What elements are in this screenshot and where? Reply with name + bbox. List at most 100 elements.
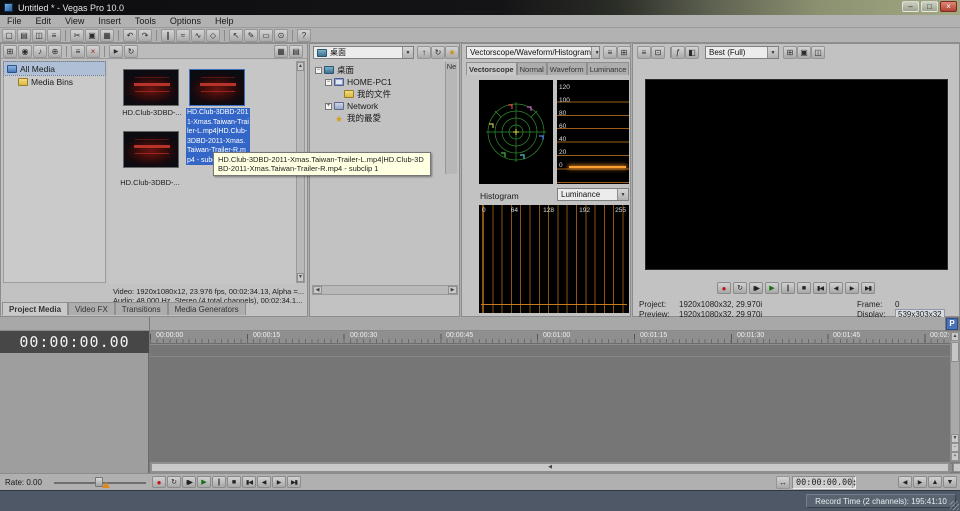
bin-all-media[interactable]: All Media xyxy=(4,62,105,75)
zoom-out-track-icon[interactable]: − xyxy=(951,443,959,452)
overlays-icon[interactable] xyxy=(783,46,797,59)
expander-icon[interactable] xyxy=(325,103,332,110)
marker-bar[interactable] xyxy=(150,317,945,331)
scroll-up-icon[interactable]: ▲ xyxy=(951,332,959,341)
project-properties-icon[interactable] xyxy=(47,29,61,42)
tab-waveform[interactable]: Waveform xyxy=(547,62,587,75)
go-to-start-icon[interactable] xyxy=(813,282,827,294)
tab-transitions[interactable]: Transitions xyxy=(115,302,168,315)
clip-thumbnail[interactable] xyxy=(123,69,179,106)
chevron-down-icon[interactable] xyxy=(617,189,628,200)
auto-hide-pin-button[interactable]: P xyxy=(946,318,958,330)
cursor-position-icon[interactable] xyxy=(776,476,790,489)
tab-video-fx[interactable]: Video FX xyxy=(68,302,115,315)
tree-item-home-pc1[interactable]: HOME-PC1 xyxy=(312,76,448,88)
import-media-icon[interactable] xyxy=(3,45,17,58)
scope-settings-icon[interactable] xyxy=(603,46,617,59)
remove-media-icon[interactable] xyxy=(86,45,100,58)
scope-type-dropdown[interactable]: Vectorscope/Waveform/Histogram xyxy=(466,46,600,59)
external-monitor-icon[interactable] xyxy=(651,46,665,59)
save-snapshot-icon[interactable] xyxy=(811,46,825,59)
auto-ripple-icon[interactable] xyxy=(176,29,190,42)
close-button[interactable]: × xyxy=(940,1,957,12)
histogram-mode-dropdown[interactable]: Luminance xyxy=(557,188,629,201)
tab-media-generators[interactable]: Media Generators xyxy=(168,302,246,315)
previous-frame-icon[interactable] xyxy=(829,282,843,294)
play-icon[interactable] xyxy=(765,282,779,294)
hscroll-thumb[interactable] xyxy=(950,464,952,472)
tree-item-network[interactable]: Network xyxy=(312,100,448,112)
scroll-left-icon[interactable]: ◀ xyxy=(151,463,949,472)
lock-envelopes-icon[interactable] xyxy=(191,29,205,42)
loop-playback-icon[interactable] xyxy=(167,476,181,488)
menu-insert[interactable]: Insert xyxy=(91,15,128,27)
add-to-favorites-icon[interactable] xyxy=(445,46,459,59)
zoom-in-track-icon[interactable]: + xyxy=(951,452,959,461)
ignore-event-grouping-icon[interactable] xyxy=(206,29,220,42)
refresh-media-icon[interactable] xyxy=(124,45,138,58)
extract-audio-icon[interactable] xyxy=(33,45,47,58)
scroll-right-icon[interactable]: ▶ xyxy=(953,463,960,472)
new-project-icon[interactable] xyxy=(2,29,16,42)
play-from-start-icon[interactable] xyxy=(749,282,763,294)
collapse-track-icon[interactable]: ▼ xyxy=(943,476,957,488)
scroll-right-icon[interactable]: ▶ xyxy=(448,286,457,294)
envelope-edit-tool-icon[interactable] xyxy=(244,29,258,42)
clip-label[interactable]: HD.Club-3DBD-... xyxy=(121,108,183,117)
project-video-properties-icon[interactable] xyxy=(637,46,651,59)
vscroll-track[interactable] xyxy=(951,363,959,434)
clip-thumbnail-selected[interactable] xyxy=(189,69,245,106)
timecode-spinner[interactable]: ▲▼ xyxy=(852,477,855,488)
tab-luminance[interactable]: Luminance xyxy=(587,62,630,75)
whats-this-help-icon[interactable] xyxy=(297,29,311,42)
media-properties-icon[interactable] xyxy=(71,45,85,58)
menu-help[interactable]: Help xyxy=(208,15,241,27)
split-screen-view-icon[interactable] xyxy=(685,46,699,59)
time-ruler[interactable]: 00:00:00 00:00:15 00:00:30 00:00:45 00:0… xyxy=(150,331,950,344)
expander-icon[interactable] xyxy=(325,79,332,86)
redo-icon[interactable] xyxy=(138,29,152,42)
loop-playback-icon[interactable] xyxy=(733,282,747,294)
bin-media-bins[interactable]: Media Bins xyxy=(4,75,105,88)
tree-item-favorites[interactable]: 我的最愛 xyxy=(312,112,448,124)
record-icon[interactable] xyxy=(717,282,731,294)
copy-snapshot-icon[interactable] xyxy=(797,46,811,59)
go-to-end-icon[interactable] xyxy=(287,476,301,488)
get-media-from-web-icon[interactable] xyxy=(48,45,62,58)
save-project-icon[interactable] xyxy=(32,29,46,42)
chevron-down-icon[interactable] xyxy=(591,47,600,58)
play-icon[interactable] xyxy=(197,476,211,488)
timeline-timecode-display[interactable]: 00:00:00.00 xyxy=(0,331,149,353)
cut-icon[interactable] xyxy=(70,29,84,42)
menu-edit[interactable]: Edit xyxy=(29,15,59,27)
zoom-edit-tool-icon[interactable] xyxy=(274,29,288,42)
video-output-fx-icon[interactable] xyxy=(671,46,685,59)
refresh-icon[interactable] xyxy=(431,46,445,59)
scope-update-icon[interactable] xyxy=(617,46,631,59)
next-edit-icon[interactable] xyxy=(913,476,927,488)
tree-item-desktop[interactable]: 桌面 xyxy=(312,64,448,76)
clip-label[interactable]: HD.Club-3DBD-... xyxy=(119,178,181,187)
scroll-down-icon[interactable]: ▼ xyxy=(951,434,959,443)
capture-video-icon[interactable] xyxy=(18,45,32,58)
auto-preview-icon[interactable] xyxy=(109,45,123,58)
enable-snapping-icon[interactable] xyxy=(161,29,175,42)
name-column-header[interactable]: Ne xyxy=(445,62,457,174)
undo-icon[interactable] xyxy=(123,29,137,42)
scroll-up-icon[interactable]: ▲ xyxy=(297,62,304,71)
preview-quality-dropdown[interactable]: Best (Full) xyxy=(705,46,779,59)
minimize-button[interactable]: – xyxy=(902,1,919,12)
up-one-level-icon[interactable] xyxy=(417,46,431,59)
explorer-address-dropdown[interactable]: 桌面 xyxy=(313,46,414,59)
normal-edit-tool-icon[interactable] xyxy=(229,29,243,42)
stop-icon[interactable] xyxy=(227,476,241,488)
scroll-left-icon[interactable]: ◀ xyxy=(313,286,322,294)
chevron-down-icon[interactable] xyxy=(767,47,778,58)
vscroll-thumb[interactable] xyxy=(951,342,959,362)
explorer-scrollbar[interactable]: ◀ ▶ xyxy=(312,285,458,295)
tab-project-media[interactable]: Project Media xyxy=(2,302,68,315)
next-frame-icon[interactable] xyxy=(845,282,859,294)
maximize-button[interactable]: □ xyxy=(921,1,938,12)
menu-view[interactable]: View xyxy=(58,15,91,27)
track-view[interactable] xyxy=(150,344,950,462)
